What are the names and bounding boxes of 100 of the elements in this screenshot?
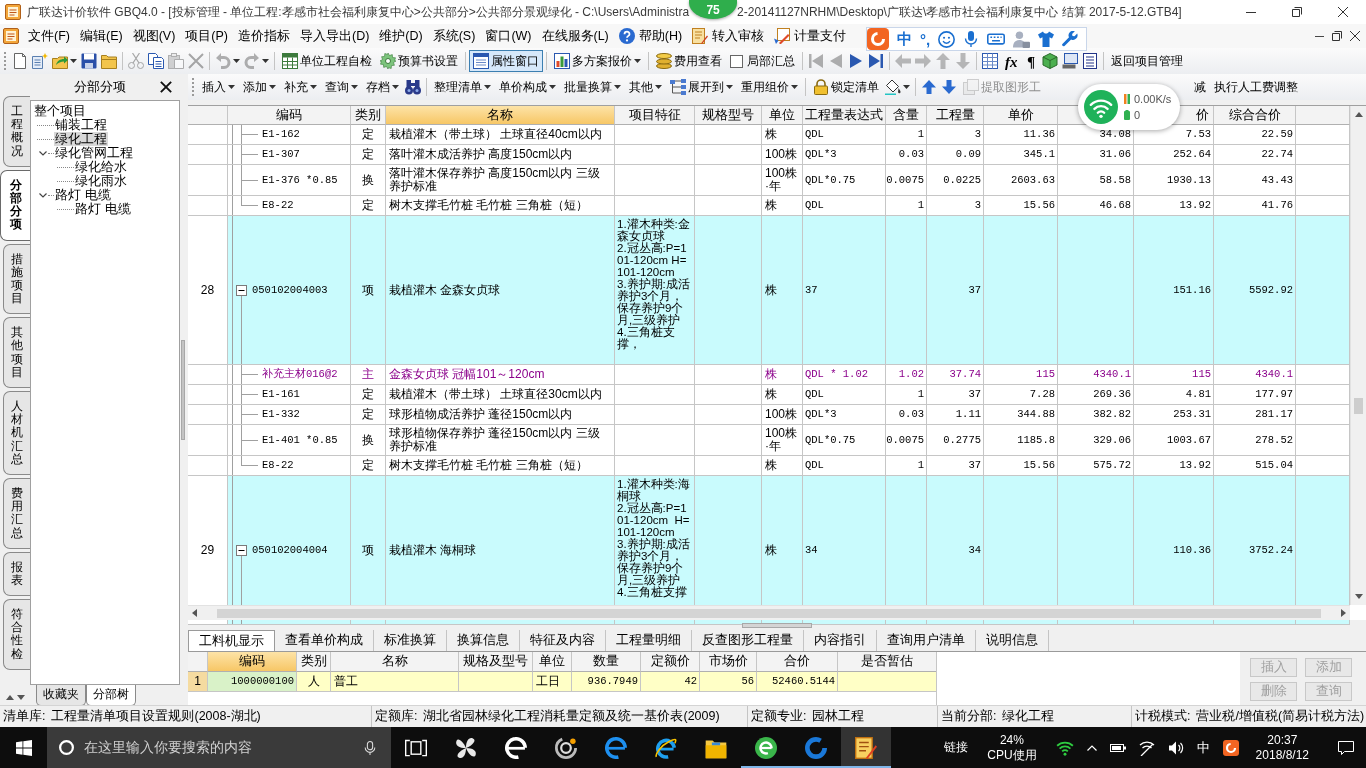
signal-icon[interactable] (1138, 739, 1155, 756)
scrollbar-thumb[interactable] (1354, 398, 1363, 414)
menu-item[interactable]: 维护(D) (374, 25, 428, 47)
toolbar-button[interactable]: 属性窗口 (469, 50, 543, 72)
column-header[interactable]: 单位 (762, 106, 803, 125)
monitor-icon[interactable] (1062, 53, 1078, 69)
tab[interactable]: 查询用户清单 (877, 630, 976, 651)
panel-tab[interactable]: 收藏夹 (36, 685, 86, 706)
tree-item[interactable]: 绿化管网工程 (54, 146, 134, 160)
side-tab[interactable]: 其他项目 (3, 317, 30, 388)
toolbar-button[interactable]: 补充 (280, 76, 321, 98)
toolbar-button[interactable]: 查询 (321, 76, 362, 98)
column-header[interactable]: 单价 (984, 106, 1058, 125)
table-row[interactable]: E1-161 定 栽植灌木（带土球） 土球直径30cm以内 株 QDL 1 37 7.28 269.36 4.81 177.97 (188, 385, 1350, 405)
toolbar-button[interactable]: 整理清单 (430, 76, 495, 98)
speaker-icon[interactable] (1167, 739, 1184, 756)
copy-icon[interactable] (148, 53, 164, 69)
side-tab[interactable]: 分部分项 (0, 169, 30, 241)
menu-item[interactable]: 文件(F) (23, 25, 75, 47)
menu-item[interactable]: 转入审核 (687, 25, 770, 47)
menu-item[interactable]: 造价指标 (233, 25, 295, 47)
tab[interactable]: 内容指引 (804, 630, 877, 651)
save-icon[interactable] (81, 53, 97, 69)
search-bar[interactable]: 在这里输入你要搜索的内容 (47, 727, 391, 768)
smiley-icon[interactable] (938, 30, 956, 48)
column-header[interactable]: 工程量 (927, 106, 984, 125)
splitter-grip[interactable] (181, 340, 185, 440)
chevron-down-icon[interactable] (38, 150, 47, 156)
collapse-icon[interactable] (236, 544, 247, 556)
menu-item[interactable]: 导入导出(D) (295, 25, 375, 47)
cube-icon[interactable] (1042, 53, 1058, 69)
tree-item[interactable]: 整个项目 (33, 104, 87, 118)
column-header[interactable]: 编码 (208, 652, 297, 672)
table-row[interactable]: 1 1000000100 人 普工 工日 936.7949 42 56 52460.5144 (188, 672, 936, 692)
menu-item[interactable]: 窗口(W) (480, 25, 537, 47)
toolbar-button[interactable]: 多方案报价 (550, 50, 645, 72)
toolbar-button[interactable]: 批量换算 (560, 76, 625, 98)
binoculars-icon[interactable] (405, 79, 421, 95)
scrollbar[interactable] (188, 605, 1350, 620)
scroll-down-icon[interactable] (17, 695, 25, 700)
microphone-icon[interactable] (363, 740, 377, 755)
restore-icon[interactable] (1292, 7, 1302, 17)
tree-item[interactable]: 路灯 电缆 (74, 202, 132, 216)
collapse-icon[interactable] (236, 284, 247, 296)
menu-item[interactable]: 系统(S) (427, 25, 481, 47)
toolbar-button[interactable]: 重用组价 (737, 76, 802, 98)
tab[interactable]: 查看单价构成 (275, 630, 374, 651)
side-tab[interactable]: 费用汇总 (3, 477, 30, 549)
taskbar-button[interactable] (841, 727, 891, 768)
scroll-up-icon[interactable] (1354, 112, 1363, 117)
column-header[interactable]: 综合合价 (1214, 106, 1296, 125)
splitter-handle[interactable] (742, 622, 812, 628)
next-icon[interactable] (848, 53, 864, 69)
network-speed-toast[interactable]: 0.00K/s 0 (1078, 84, 1180, 130)
keyboard-icon[interactable] (987, 30, 1006, 48)
menu-item[interactable]: 在线服务(L) (536, 25, 614, 47)
side-tab[interactable]: 工程概况 (3, 96, 30, 167)
toolbar-button[interactable]: ¶ (1022, 53, 1040, 70)
restore-icon[interactable] (1332, 31, 1342, 41)
panel-tab[interactable]: 分部树 (86, 685, 136, 706)
clock-time[interactable]: 20:37 (1267, 732, 1298, 748)
tab[interactable]: 工程量明细 (606, 630, 692, 651)
start-menu-icon[interactable] (15, 739, 32, 756)
tree-item[interactable]: 铺装工程 (54, 118, 108, 132)
toolbar-button[interactable]: 执行人工费调整 (1210, 76, 1302, 98)
toolbar-button[interactable]: 减 (1190, 76, 1210, 98)
tree-item[interactable]: 绿化给水 (74, 160, 128, 174)
menu-item[interactable]: 计量支付 (769, 25, 852, 47)
toolbar-button[interactable]: 单价构成 (495, 76, 560, 98)
toolbar-button[interactable]: 插入 (198, 76, 239, 98)
input-mode[interactable]: 中 (897, 29, 912, 49)
search-field[interactable]: 在这里输入你要搜索的内容 (84, 737, 353, 758)
side-tab[interactable]: 报表 (3, 551, 30, 597)
side-tab[interactable]: 措施项目 (3, 243, 30, 315)
folder-icon[interactable] (101, 53, 117, 69)
scroll-down-icon[interactable] (1354, 594, 1363, 599)
scrollbar-thumb[interactable] (217, 608, 1321, 618)
toolbar-button[interactable]: fx (1000, 53, 1023, 70)
table-row[interactable]: 28 050102004003 项 栽植灌木 金森女贞球 1.灌木种类:金森女贞球 2.冠丛高:P=101-120cm H=101-120cm 3.养护期:成活养护3个月，保存养护9个月,三级养护 4.三角桩支撑， 株 37 37 151.16 5592.92 (188, 216, 1350, 365)
list-icon[interactable] (1082, 53, 1098, 69)
clock-date[interactable]: 2018/8/12 (1255, 747, 1309, 763)
tab[interactable]: 标准换算 (374, 630, 447, 651)
tab[interactable]: 反查图形工程量 (692, 630, 804, 651)
toolbar-button[interactable]: 费用查看 (652, 50, 726, 72)
side-tab[interactable]: 符合性检 (3, 599, 30, 670)
toolbar-button[interactable]: 预算书设置 (376, 50, 462, 72)
table-row[interactable]: 补充主材016@2 主 金森女贞球 冠幅101～120cm 株 QDL * 1.02 1.02 37.74 115 4340.1 115 4340.1 (188, 365, 1350, 385)
table-row[interactable]: 29 050102004004 项 栽植灌木 海桐球 1.灌木种类:海桐球 2.冠丛高:P=101-120cm H=101-120cm 3.养护期:成活养护3个月，保存养护9个月,三级养护 4.三角桩支撑 株 34 34 110.36 3752.24 (188, 476, 1350, 625)
toolbar-button[interactable]: 添加 (239, 76, 280, 98)
arrow-down-icon[interactable] (941, 79, 957, 95)
tab[interactable]: 特征及内容 (520, 630, 606, 651)
tab[interactable]: 换算信息 (447, 630, 520, 651)
notification-icon[interactable] (1338, 740, 1354, 755)
chevron-down-icon[interactable] (38, 192, 47, 198)
microphone-icon[interactable] (963, 31, 980, 47)
person-icon[interactable] (1013, 30, 1031, 48)
toolbar-button[interactable]: 锁定清单 (809, 76, 883, 98)
menu-item[interactable]: 项目(P) (180, 25, 233, 47)
caret-up-icon[interactable] (1086, 744, 1097, 751)
logo-icon[interactable] (1222, 739, 1239, 756)
